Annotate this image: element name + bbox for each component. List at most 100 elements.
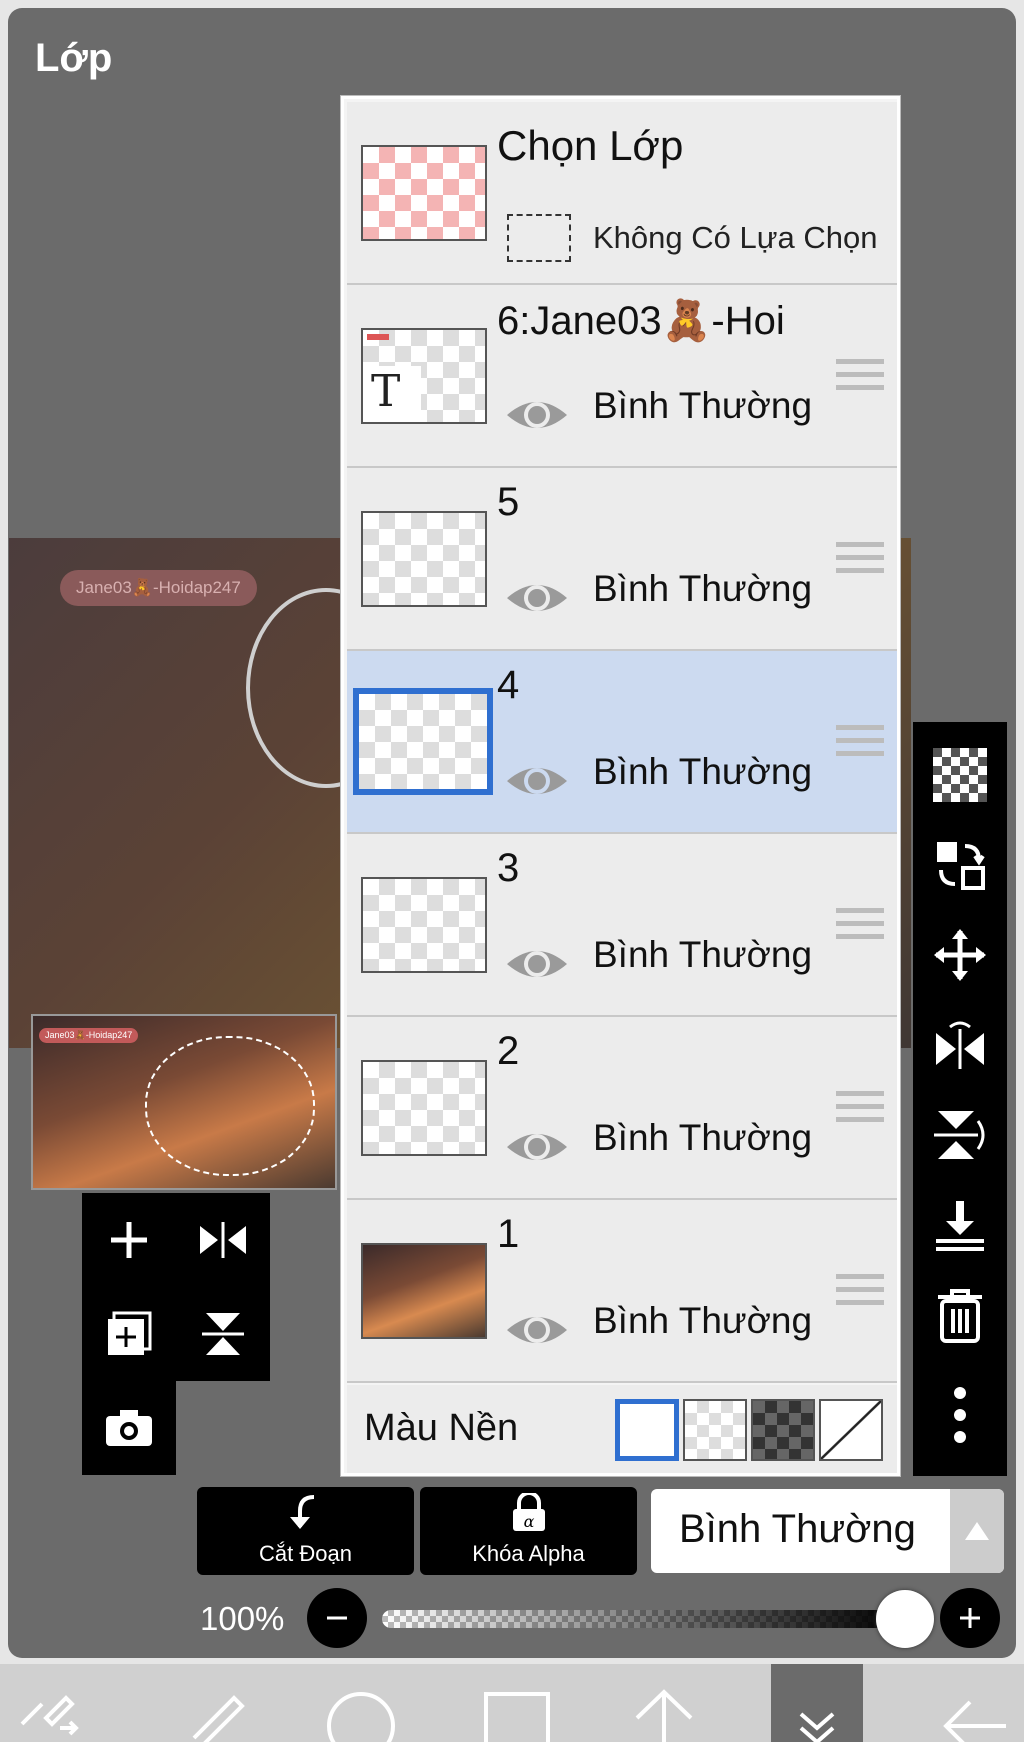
layer-row-4[interactable]: 4 Bình Thường [347,651,897,834]
plus-icon [960,1608,980,1628]
navigator-watermark: Jane03🧸-Hoidap247 [39,1028,139,1043]
selection-layer-row[interactable]: Chọn Lớp Không Có Lựa Chọn [347,102,897,285]
duplicate-layer-button[interactable] [82,1287,176,1381]
layer-name: 3 [497,846,520,890]
color-tool-button[interactable] [306,1664,416,1742]
layer-thumbnail: T [361,328,487,424]
swap-icon [937,842,985,890]
opacity-slider-thumb[interactable] [876,1590,934,1648]
more-vertical-icon [954,1387,966,1443]
background-color-row: Màu Nền [347,1385,897,1473]
layer-tool-button[interactable] [462,1664,572,1742]
background-none-swatch[interactable] [819,1399,883,1461]
layer-name: 2 [497,1029,520,1073]
transform-icon [20,1695,79,1736]
opacity-increase-button[interactable] [940,1588,1000,1648]
visibility-eye-icon[interactable] [505,578,569,618]
drag-handle-icon[interactable] [836,1091,884,1131]
layer-name: 6:Jane03🧸-Hoi [497,299,785,343]
checker-icon [933,748,987,802]
flip-horizontal-icon [936,1021,984,1069]
visibility-eye-icon[interactable] [505,1310,569,1350]
back-button[interactable] [920,1664,1024,1742]
trash-icon [938,1289,982,1343]
alpha-lock-label: Khóa Alpha [472,1541,585,1566]
opacity-slider[interactable] [382,1610,902,1628]
layer-row-5[interactable]: 5 Bình Thường [347,468,897,651]
background-label: Màu Nền [364,1407,519,1449]
flip-horizontal-right-button[interactable] [913,1000,1007,1090]
layer-row-2[interactable]: 2 Bình Thường [347,1017,897,1200]
page-title: Lớp [35,36,113,80]
layer-row-6[interactable]: T 6:Jane03🧸-Hoi Bình Thường [347,285,897,468]
selection-thumbnail [361,145,487,241]
delete-layer-button[interactable] [913,1270,1007,1360]
left-toolbar [82,1193,270,1381]
visibility-eye-icon[interactable] [505,1127,569,1167]
chevron-double-down-icon [799,1712,835,1742]
drag-handle-icon[interactable] [836,908,884,948]
drag-handle-icon[interactable] [836,1274,884,1314]
visibility-eye-icon[interactable] [505,944,569,984]
bottom-toolbar [0,1664,1024,1742]
flip-vertical-button[interactable] [176,1287,270,1381]
flip-vertical-icon [934,1111,985,1159]
text-layer-icon: T [363,366,421,422]
background-light-checker-swatch[interactable] [683,1399,747,1461]
transparency-checker-button[interactable] [913,730,1007,820]
add-layer-button[interactable] [82,1193,176,1287]
transform-tool-button[interactable] [0,1664,110,1742]
layer-blend-mode: Bình Thường [593,568,813,609]
plus-icon [111,1222,147,1258]
clipping-label: Cắt Đoạn [259,1541,352,1566]
layer-blend-mode: Bình Thường [593,751,813,792]
lock-icon: α [512,1491,545,1531]
arrow-up-icon [635,1689,693,1742]
navigator-thumbnail[interactable]: Jane03🧸-Hoidap247 [31,1014,337,1190]
background-dark-checker-swatch[interactable] [751,1399,815,1461]
camera-import-button[interactable] [82,1381,176,1475]
selection-status: Không Có Lựa Chọn [593,220,878,255]
camera-icon [106,1410,152,1446]
flip-horizontal-icon [200,1222,246,1258]
layer-name: 5 [497,480,520,524]
layer-thumbnail [361,1060,487,1156]
swap-layer-button[interactable] [913,820,1007,910]
canvas-watermark: Jane03🧸-Hoidap247 [60,570,257,606]
alpha-lock-button[interactable]: α Khóa Alpha [420,1487,637,1575]
layer-name: 4 [497,663,520,707]
blend-mode-select[interactable]: Bình Thường [651,1489,1004,1573]
layer-thumbnail [361,511,487,607]
background-white-swatch[interactable] [615,1399,679,1461]
brush-icon [192,1695,245,1742]
merge-down-button[interactable] [913,1180,1007,1270]
svg-text:α: α [523,1512,534,1531]
layer-row-1[interactable]: 1 Bình Thường [347,1200,897,1383]
flip-horizontal-button[interactable] [176,1193,270,1287]
upload-button[interactable] [609,1664,719,1742]
selection-marquee-icon [507,214,571,262]
more-options-button[interactable] [913,1370,1007,1460]
layer-blend-mode: Bình Thường [593,1117,813,1158]
blend-mode-value: Bình Thường [679,1507,916,1551]
layers-panel: Chọn Lớp Không Có Lựa Chọn T 6:Jane03🧸-H… [341,96,900,1476]
layer-row-3[interactable]: 3 Bình Thường [347,834,897,1017]
flip-vertical-right-button[interactable] [913,1090,1007,1180]
clipping-button[interactable]: Cắt Đoạn [197,1487,414,1575]
brush-tool-button[interactable] [160,1664,270,1742]
layer-blend-mode: Bình Thường [593,934,813,975]
collapse-panel-button[interactable] [771,1664,863,1742]
drag-handle-icon[interactable] [836,359,884,399]
visibility-eye-icon[interactable] [505,761,569,801]
visibility-eye-icon[interactable] [505,395,569,435]
drag-handle-icon[interactable] [836,542,884,582]
clipping-arrow-icon [289,1495,314,1529]
duplicate-icon [108,1311,152,1355]
layer-thumbnail [353,688,493,795]
move-button[interactable] [913,910,1007,1000]
move-icon [934,929,986,981]
dropdown-arrow-icon[interactable] [950,1489,1004,1573]
drag-handle-icon[interactable] [836,725,884,765]
layer-thumbnail [361,1243,487,1339]
opacity-decrease-button[interactable] [307,1588,367,1648]
